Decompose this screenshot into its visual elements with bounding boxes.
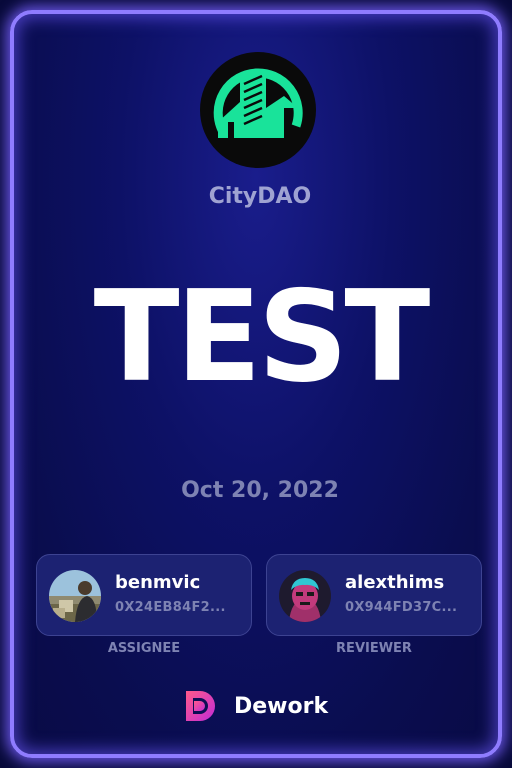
task-date: Oct 20, 2022 xyxy=(181,478,339,503)
assignee-card[interactable]: benmvic 0X24EB84F2... xyxy=(36,554,252,636)
task-nft-card-frame: CityDAO TEST Oct 20, 2022 benmvic 0X24EB… xyxy=(0,0,512,768)
assignee-avatar xyxy=(49,570,101,622)
task-title: TEST xyxy=(93,263,431,410)
dework-brand-name: Dework xyxy=(234,693,329,719)
citydao-logo-icon xyxy=(200,52,316,168)
dework-logo-icon xyxy=(186,691,215,721)
reviewer-avatar xyxy=(279,570,331,622)
reviewer-label: REVIEWER xyxy=(336,641,412,656)
reviewer-card[interactable]: alexthims 0X944FD37C... xyxy=(266,554,482,636)
assignee-label: ASSIGNEE xyxy=(107,641,181,656)
dework-brand: Dework xyxy=(182,686,328,726)
task-card: CityDAO TEST Oct 20, 2022 benmvic 0X24EB… xyxy=(10,10,502,758)
assignee-wallet-address: 0X24EB84F2... xyxy=(115,600,226,615)
organization-name: CityDAO xyxy=(208,184,312,209)
reviewer-wallet-address: 0X944FD37C... xyxy=(345,600,458,615)
reviewer-username: alexthims xyxy=(345,572,445,593)
assignee-username: benmvic xyxy=(115,572,201,593)
